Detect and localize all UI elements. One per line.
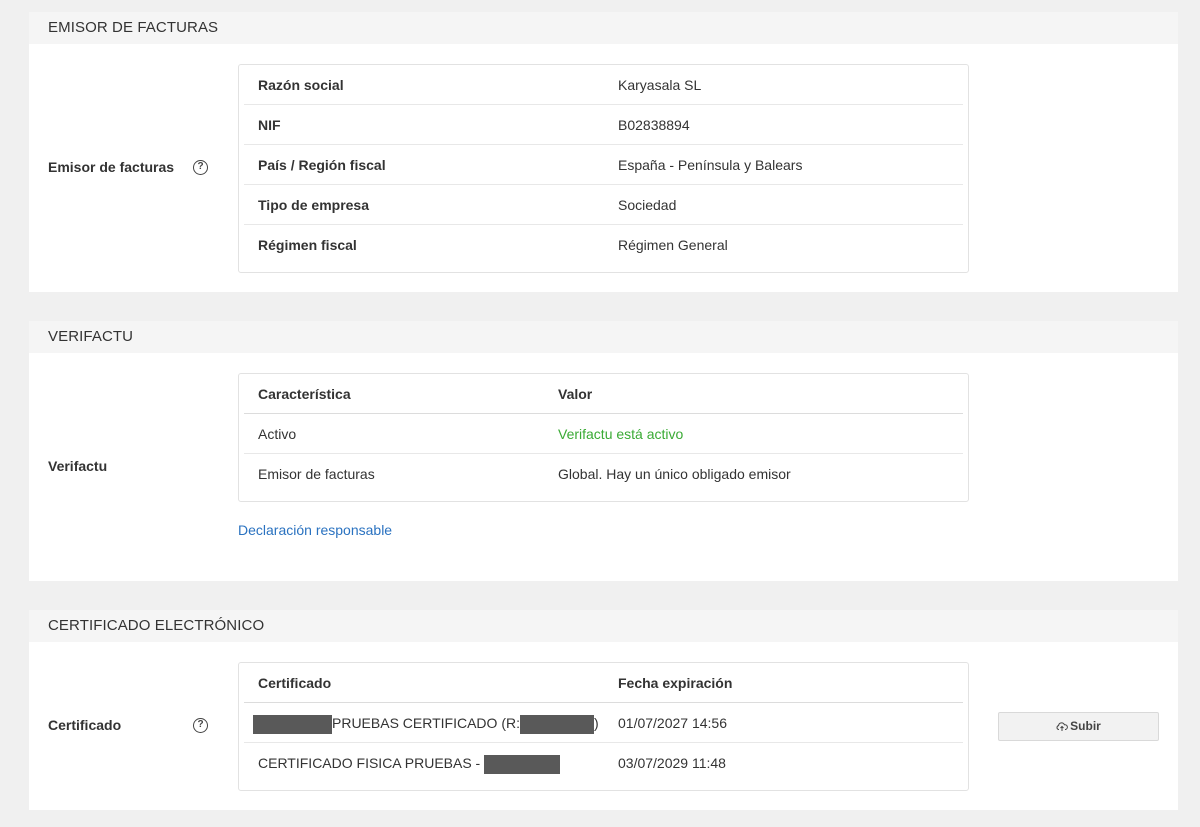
table-header: Certificado Fecha expiración: [244, 663, 963, 703]
certificate-name: CERTIFICADO FISICA PRUEBAS -: [258, 743, 561, 783]
section-title-verifactu: VERIFACTU: [29, 321, 1178, 353]
table-row: CERTIFICADO FISICA PRUEBAS - 03/07/2029 …: [244, 743, 963, 783]
table-row: Tipo de empresa Sociedad: [244, 185, 963, 225]
table-header: Característica Valor: [244, 374, 963, 414]
emisor-panel: EMISOR DE FACTURAS Emisor de facturas ? …: [29, 12, 1178, 292]
certificate-name-suffix: ): [594, 715, 599, 731]
table-row: Emisor de facturas Global. Hay un único …: [244, 454, 963, 494]
row-value: Régimen General: [618, 237, 728, 253]
table-row: Activo Verifactu está activo: [244, 414, 963, 454]
row-label: País / Región fiscal: [258, 157, 386, 173]
verifactu-table: Característica Valor Activo Verifactu es…: [238, 373, 969, 502]
row-value: España - Península y Balears: [618, 157, 803, 173]
certificate-name-text: PRUEBAS CERTIFICADO (R:: [332, 715, 520, 731]
column-header: Certificado: [258, 675, 332, 691]
section-title-certificado: CERTIFICADO ELECTRÓNICO: [29, 610, 1178, 642]
row-label: Emisor de facturas: [258, 466, 375, 482]
expiry-date: 03/07/2029 11:48: [618, 755, 726, 771]
verifactu-row-label: Verifactu: [48, 458, 108, 474]
verifactu-panel: VERIFACTU Verifactu Característica Valor…: [29, 321, 1178, 581]
emisor-table: Razón social Karyasala SL NIF B02838894 …: [238, 64, 969, 273]
row-label: Razón social: [258, 77, 344, 93]
table-row: País / Región fiscal España - Península …: [244, 145, 963, 185]
row-value: Global. Hay un único obligado emisor: [558, 466, 791, 482]
cloud-upload-icon: [1056, 722, 1068, 731]
row-label: NIF: [258, 117, 281, 133]
redacted-block: [253, 714, 332, 734]
certificate-name: PRUEBAS CERTIFICADO (R:): [253, 703, 599, 743]
redacted-block: [484, 754, 561, 774]
row-label: Activo: [258, 426, 297, 442]
certificado-table: Certificado Fecha expiración PRUEBAS CER…: [238, 662, 969, 791]
certificado-row-label: Certificado: [48, 717, 122, 733]
table-row: Régimen fiscal Régimen General: [244, 225, 963, 265]
row-label: Régimen fiscal: [258, 237, 357, 253]
row-value: Sociedad: [618, 197, 677, 213]
row-value: B02838894: [618, 117, 690, 133]
table-row: Razón social Karyasala SL: [244, 65, 963, 105]
emisor-row-label: Emisor de facturas: [48, 159, 175, 175]
column-header: Fecha expiración: [618, 675, 733, 691]
declaracion-responsable-link[interactable]: Declaración responsable: [238, 522, 392, 538]
redacted-block: [520, 714, 594, 734]
column-header: Valor: [558, 386, 593, 402]
help-icon[interactable]: ?: [193, 718, 208, 733]
upload-button-label: Subir: [1070, 719, 1101, 733]
section-title-emisor: EMISOR DE FACTURAS: [29, 12, 1178, 44]
help-icon[interactable]: ?: [193, 160, 208, 175]
row-value: Karyasala SL: [618, 77, 702, 93]
table-row: PRUEBAS CERTIFICADO (R:) 01/07/2027 14:5…: [244, 703, 963, 743]
table-row: NIF B02838894: [244, 105, 963, 145]
column-header: Característica: [258, 386, 351, 402]
upload-button[interactable]: Subir: [998, 712, 1159, 741]
expiry-date: 01/07/2027 14:56: [618, 715, 727, 731]
certificate-name-text: CERTIFICADO FISICA PRUEBAS -: [258, 755, 485, 771]
row-label: Tipo de empresa: [258, 197, 370, 213]
certificado-panel: CERTIFICADO ELECTRÓNICO Certificado ? Ce…: [29, 610, 1178, 810]
status-value: Verifactu está activo: [558, 426, 684, 442]
